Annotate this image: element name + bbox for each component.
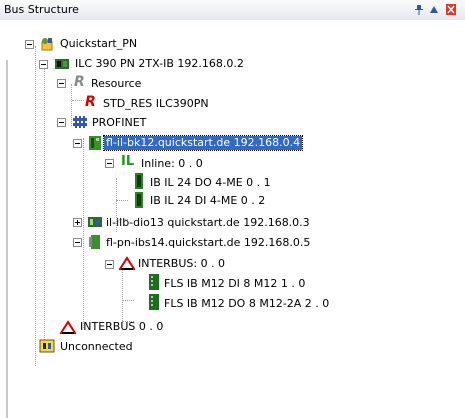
resource-icon: R: [74, 74, 85, 90]
project-icon: [41, 38, 53, 51]
fls-module-icon: [149, 274, 159, 290]
collapse-toggle[interactable]: [105, 159, 114, 168]
tree-item-interbus-main[interactable]: INTERBUS 0 . 0: [78, 320, 165, 334]
interbus-icon: [119, 256, 135, 270]
proxy-icon: [89, 235, 100, 249]
title-bar: Bus Structure: [0, 0, 465, 21]
device-icon: [88, 217, 102, 227]
bus-coupler-icon: [89, 136, 101, 150]
tree-item-dio13[interactable]: il-ilb-dio13 quickstart.de 192.168.0.3: [104, 216, 312, 230]
tree-guide: [44, 68, 45, 350]
controller-icon: [55, 59, 69, 69]
tree-item-inline[interactable]: Inline: 0 . 0: [139, 157, 205, 171]
io-module-icon: [135, 192, 143, 208]
tree-item-fls1[interactable]: FLS IB M12 DI 8 M12 1 . 0: [162, 277, 307, 291]
pin-icon[interactable]: [414, 4, 424, 15]
arrow-up-icon[interactable]: [429, 4, 439, 15]
collapse-toggle[interactable]: [105, 260, 114, 269]
inline-icon: IL: [121, 154, 135, 169]
tree-item-ibs14[interactable]: fl-pn-ibs14.quickstart.de 192.168.0.5: [104, 236, 312, 250]
tree-item-profinet[interactable]: PROFINET: [90, 116, 148, 130]
profinet-icon: [73, 116, 87, 128]
tree-guide: [35, 46, 36, 366]
expand-toggle[interactable]: [73, 218, 82, 227]
tree-item-di[interactable]: IB IL 24 DI 4-ME 0 . 2: [148, 194, 267, 208]
interbus-icon: [60, 320, 76, 334]
collapse-toggle[interactable]: [39, 60, 48, 69]
unconnected-icon: [39, 339, 55, 353]
tree-item-fls2[interactable]: FLS IB M12 DO 8 M12-2A 2 . 0: [162, 297, 331, 311]
tree-item-do[interactable]: IB IL 24 DO 4-ME 0 . 1: [148, 176, 273, 190]
collapse-toggle[interactable]: [73, 139, 82, 148]
std-resource-icon: R: [85, 94, 96, 110]
tree-item-project[interactable]: Quickstart_PN: [58, 37, 139, 51]
bus-structure-panel: Quickstart_PN ILC 390 PN 2TX-IB 192.168.…: [0, 20, 465, 418]
tree-item-interbus-sub[interactable]: INTERBUS: 0 . 0: [136, 257, 227, 271]
tree-guide: [83, 138, 84, 328]
collapse-toggle[interactable]: [25, 40, 34, 49]
tree-item-std-res[interactable]: STD_RES ILC390PN: [101, 97, 211, 111]
tree-item-resource[interactable]: Resource: [89, 77, 143, 91]
tree-guide: [122, 300, 134, 301]
collapse-toggle[interactable]: [73, 238, 82, 247]
collapse-toggle[interactable]: [57, 79, 66, 88]
tree-item-unconnected[interactable]: Unconnected: [58, 340, 135, 354]
tree-item-bk12[interactable]: fl-il-bk12.quickstart.de 192.168.0.4: [102, 135, 304, 151]
tree-guide: [122, 266, 123, 323]
tree-guide: [116, 200, 128, 201]
io-module-icon: [135, 173, 143, 189]
panel-edge: [6, 60, 8, 418]
fls-module-icon: [149, 294, 159, 310]
close-icon[interactable]: [446, 4, 456, 15]
tree-item-controller[interactable]: ILC 390 PN 2TX-IB 192.168.0.2: [73, 57, 246, 71]
window-title: Bus Structure: [4, 3, 79, 16]
collapse-toggle[interactable]: [57, 118, 66, 127]
